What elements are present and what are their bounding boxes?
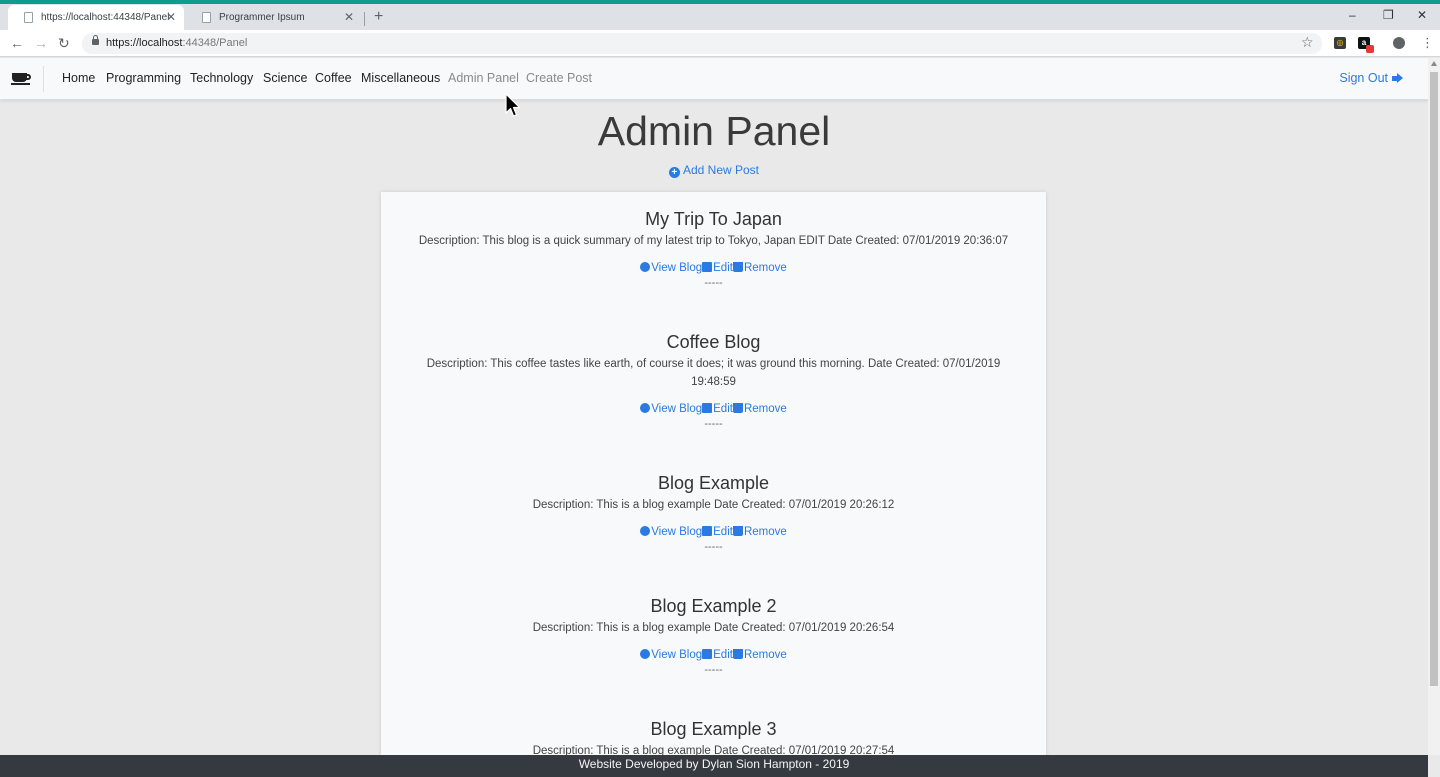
post-actions: View Blog Edit Remove	[381, 401, 1046, 417]
url-input[interactable]: https://localhost:44348/Panel ☆	[82, 33, 1322, 54]
forward-icon[interactable]: →	[34, 35, 48, 51]
post-separator: -----	[704, 541, 723, 553]
edit-link[interactable]: Edit	[702, 260, 733, 276]
trash-icon	[732, 262, 743, 272]
post-separator: -----	[704, 664, 723, 676]
nav-programming[interactable]: Programming	[106, 71, 181, 85]
post-actions: View Blog Edit Remove	[381, 524, 1046, 540]
bookmark-star-icon[interactable]: ☆	[1301, 34, 1314, 51]
extension-icon[interactable]: a	[1358, 37, 1374, 53]
remove-link[interactable]: Remove	[732, 260, 787, 276]
url-text: https://localhost:44348/Panel	[106, 37, 248, 49]
tab-title: https://localhost:44348/Panel	[41, 12, 170, 23]
post-title: Blog Example	[657, 473, 770, 493]
view-blog-link[interactable]: View Blog	[640, 401, 702, 417]
add-new-post-link[interactable]: + Add New Post	[0, 163, 1428, 178]
nav-create-post[interactable]: Create Post	[526, 71, 592, 85]
nav-technology[interactable]: Technology	[190, 71, 253, 85]
post-description: Description: This is a blog example Date…	[532, 622, 895, 634]
post-description: Description: This blog is a quick summar…	[418, 235, 1009, 247]
check-circle-icon	[640, 403, 651, 413]
posts-panel: My Trip To Japan Description: This blog …	[381, 192, 1046, 762]
nav-home[interactable]: Home	[62, 71, 95, 85]
edit-icon	[702, 649, 713, 659]
trash-icon	[732, 526, 743, 536]
post-actions: View Blog Edit Remove	[381, 647, 1046, 663]
post-title: Blog Example 3	[650, 719, 777, 739]
brand-divider	[43, 66, 44, 92]
edit-link[interactable]: Edit	[702, 524, 733, 540]
tab-panel[interactable]: https://localhost:44348/Panel ✕	[8, 5, 184, 30]
plus-circle-icon: +	[668, 167, 680, 178]
nav-coffee[interactable]: Coffee	[315, 71, 352, 85]
post-title: Blog Example 2	[650, 596, 777, 616]
remove-link[interactable]: Remove	[732, 401, 787, 417]
edit-link[interactable]: Edit	[702, 647, 733, 663]
post-item: Blog Example 2 Description: This is a bl…	[381, 593, 1046, 677]
extension-badge	[1366, 45, 1374, 53]
restore-icon[interactable]: ❐	[1383, 8, 1394, 22]
close-icon[interactable]: ✕	[166, 10, 176, 24]
extension-icon[interactable]: ◎	[1334, 37, 1346, 49]
post-separator: -----	[704, 277, 723, 289]
profile-icon[interactable]	[1393, 37, 1405, 49]
mouse-cursor-icon	[505, 93, 521, 117]
lock-icon	[92, 35, 99, 45]
nav-admin-panel[interactable]: Admin Panel	[448, 71, 519, 85]
edit-link[interactable]: Edit	[702, 401, 733, 417]
site-navbar: Home Programming Technology Science Coff…	[0, 58, 1428, 100]
minimize-icon[interactable]: –	[1349, 8, 1356, 22]
scrollbar-thumb[interactable]	[1430, 72, 1438, 686]
page-scrollbar[interactable]	[1428, 58, 1440, 755]
back-icon[interactable]: ←	[10, 35, 24, 51]
add-new-post-label: Add New Post	[682, 163, 760, 177]
page-icon	[202, 12, 211, 23]
new-tab-icon[interactable]: +	[374, 9, 383, 25]
nav-science[interactable]: Science	[263, 71, 307, 85]
address-bar: ← → ↻ https://localhost:44348/Panel ☆ ◎ …	[0, 30, 1440, 57]
trash-icon	[732, 403, 743, 413]
window-close-icon[interactable]: ✕	[1417, 8, 1427, 22]
remove-link[interactable]: Remove	[732, 647, 787, 663]
trash-icon	[732, 649, 743, 659]
tab-title: Programmer Ipsum	[219, 12, 305, 23]
tab-separator	[364, 12, 365, 26]
post-title: Coffee Blog	[666, 332, 761, 352]
sign-out-label: Sign Out	[1339, 71, 1388, 85]
sign-out-link[interactable]: Sign Out	[1339, 71, 1404, 85]
post-separator: -----	[704, 418, 723, 430]
check-circle-icon	[640, 526, 651, 536]
check-circle-icon	[640, 262, 651, 272]
view-blog-link[interactable]: View Blog	[640, 260, 702, 276]
post-item: Blog Example Description: This is a blog…	[381, 470, 1046, 554]
reload-icon[interactable]: ↻	[58, 35, 70, 51]
close-icon[interactable]: ✕	[344, 10, 354, 24]
coffee-cup-icon[interactable]	[11, 71, 32, 87]
tab-programmer-ipsum[interactable]: Programmer Ipsum ✕	[186, 5, 362, 30]
post-description: Description: This is a blog example Date…	[532, 499, 895, 511]
view-blog-link[interactable]: View Blog	[640, 524, 702, 540]
post-item: My Trip To Japan Description: This blog …	[381, 206, 1046, 290]
post-title: My Trip To Japan	[645, 209, 782, 229]
tab-bar: https://localhost:44348/Panel ✕ Programm…	[0, 4, 1440, 30]
edit-icon	[702, 403, 713, 413]
post-item: Blog Example 3 Description: This is a bl…	[381, 716, 1046, 760]
remove-link[interactable]: Remove	[732, 524, 787, 540]
footer-credit: Website Developed by Dylan Sion Hampton …	[578, 757, 850, 771]
site-footer: Website Developed by Dylan Sion Hampton …	[0, 755, 1428, 777]
post-description: Description: This coffee tastes like ear…	[426, 358, 1001, 388]
scroll-up-icon[interactable]	[1431, 61, 1437, 66]
page-icon	[24, 12, 33, 23]
check-circle-icon	[640, 649, 651, 659]
sign-in-arrow-icon	[1392, 72, 1404, 84]
post-item: Coffee Blog Description: This coffee tas…	[381, 329, 1046, 431]
menu-icon[interactable]: ⋮	[1421, 35, 1434, 50]
view-blog-link[interactable]: View Blog	[640, 647, 702, 663]
page-title: Admin Panel	[597, 108, 831, 154]
post-actions: View Blog Edit Remove	[381, 260, 1046, 276]
edit-icon	[702, 526, 713, 536]
edit-icon	[702, 262, 713, 272]
nav-miscellaneous[interactable]: Miscellaneous	[361, 71, 440, 85]
